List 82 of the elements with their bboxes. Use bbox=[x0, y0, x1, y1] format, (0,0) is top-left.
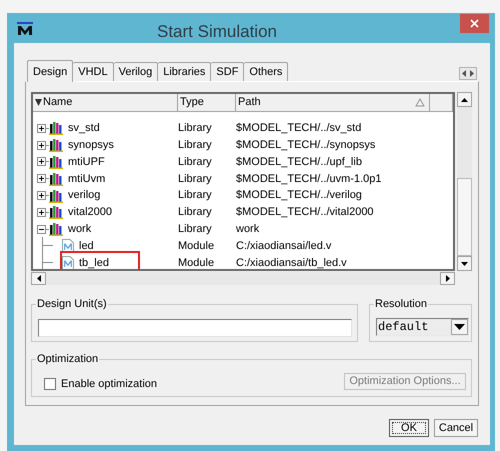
library-icon bbox=[49, 222, 63, 236]
tab[interactable]: VHDL bbox=[73, 62, 114, 81]
vertical-scrollbar[interactable] bbox=[457, 92, 472, 271]
scroll-right-icon[interactable] bbox=[468, 68, 476, 79]
table-cell-text: work bbox=[236, 222, 260, 237]
module-icon bbox=[62, 238, 74, 253]
expand-toggle[interactable] bbox=[37, 124, 46, 133]
checkbox-label: Enable optimization bbox=[61, 377, 158, 392]
sort-icon bbox=[415, 98, 425, 107]
dropdown-arrow-icon[interactable] bbox=[454, 324, 465, 330]
close-icon bbox=[470, 19, 479, 28]
table-cell-text: vital2000 bbox=[68, 205, 112, 220]
close-button[interactable] bbox=[460, 14, 489, 33]
table-cell-text: mtiUvm bbox=[68, 172, 106, 187]
table-cell-text: Module bbox=[178, 238, 216, 254]
table-cell-text: mtiUPF bbox=[68, 154, 105, 170]
scrollbar-thumb[interactable] bbox=[457, 178, 472, 256]
table-cell-text: C:/xiaodiansai/led.v bbox=[236, 238, 332, 254]
table-cell-text: Library bbox=[178, 205, 213, 220]
expand-toggle[interactable] bbox=[37, 157, 46, 166]
library-icon bbox=[49, 172, 63, 186]
table-cell-text: Library bbox=[178, 121, 213, 136]
library-icon bbox=[49, 138, 63, 152]
table-cell-text: $MODEL_TECH/../upf_lib bbox=[236, 154, 363, 170]
library-icon bbox=[49, 188, 63, 203]
horizontal-scrollbar[interactable] bbox=[31, 272, 455, 285]
table-cell-text: sv_std bbox=[68, 121, 100, 136]
dialog-button[interactable]: OK bbox=[389, 419, 429, 437]
plus-icon bbox=[39, 159, 44, 164]
plus-icon bbox=[39, 193, 44, 198]
dialog-button[interactable]: Cancel bbox=[434, 419, 478, 437]
library-icon bbox=[49, 121, 63, 136]
table-cell-text: Library bbox=[178, 138, 213, 153]
column-menu-icon[interactable] bbox=[35, 99, 42, 106]
scroll-right-icon[interactable] bbox=[446, 275, 450, 282]
table-cell-text: Library bbox=[178, 154, 213, 170]
scroll-down-icon[interactable] bbox=[461, 262, 468, 266]
group-label: Design Unit(s) bbox=[36, 296, 108, 312]
design-unit-field[interactable] bbox=[38, 319, 352, 337]
scroll-left-icon[interactable] bbox=[36, 275, 40, 282]
resolution-dropdown[interactable]: default bbox=[376, 318, 469, 336]
tab[interactable]: Libraries bbox=[158, 62, 212, 81]
table-cell-text: Library bbox=[178, 222, 213, 237]
table-cell-text: work bbox=[68, 222, 92, 237]
tab[interactable]: Design bbox=[27, 60, 74, 82]
table-cell-text: led bbox=[79, 238, 94, 254]
plus-icon bbox=[39, 210, 44, 215]
plus-icon bbox=[39, 176, 44, 182]
window-title: Start Simulation bbox=[157, 21, 277, 43]
plus-icon bbox=[39, 126, 44, 131]
table-cell-text: $MODEL_TECH/../uvm-1.0p1 bbox=[236, 172, 382, 187]
tab[interactable]: Verilog bbox=[114, 62, 158, 81]
plus-icon bbox=[39, 142, 44, 148]
expand-toggle[interactable] bbox=[37, 191, 46, 200]
library-icon bbox=[49, 205, 63, 220]
minus-icon bbox=[39, 226, 44, 232]
expand-toggle[interactable] bbox=[37, 140, 46, 150]
expand-toggle[interactable] bbox=[37, 174, 46, 184]
table-cell-text: Library bbox=[178, 172, 213, 187]
expand-toggle[interactable] bbox=[37, 224, 46, 234]
table-cell-text: Library bbox=[178, 188, 213, 204]
library-icon bbox=[49, 154, 63, 169]
column-header[interactable]: Path bbox=[236, 94, 430, 111]
column-header[interactable]: Name bbox=[33, 94, 178, 111]
table-cell-text: $MODEL_TECH/../verilog bbox=[236, 188, 363, 204]
table-cell-text: tb_led bbox=[79, 256, 109, 269]
app-logo-icon bbox=[17, 22, 33, 36]
table-cell-text: $MODEL_TECH/../vital2000 bbox=[236, 205, 375, 220]
scroll-left-icon[interactable] bbox=[460, 68, 468, 79]
scroll-up-icon[interactable] bbox=[461, 98, 468, 102]
table-cell-text: verilog bbox=[68, 188, 100, 204]
column-header[interactable]: Type bbox=[178, 94, 236, 111]
tab[interactable]: SDF bbox=[211, 62, 244, 81]
group-label: Optimization bbox=[36, 351, 100, 367]
tab[interactable]: Others bbox=[244, 62, 288, 81]
enable-optimization-checkbox[interactable] bbox=[44, 378, 56, 390]
expand-toggle[interactable] bbox=[37, 208, 46, 217]
table-cell-text: Module bbox=[178, 256, 216, 269]
table-cell-text: C:/xiaodiansai/tb_led.v bbox=[236, 256, 348, 269]
table-cell-text: $MODEL_TECH/../sv_std bbox=[236, 121, 362, 136]
table-cell-text: $MODEL_TECH/../synopsys bbox=[236, 138, 376, 153]
table-cell-text: synopsys bbox=[68, 138, 114, 153]
